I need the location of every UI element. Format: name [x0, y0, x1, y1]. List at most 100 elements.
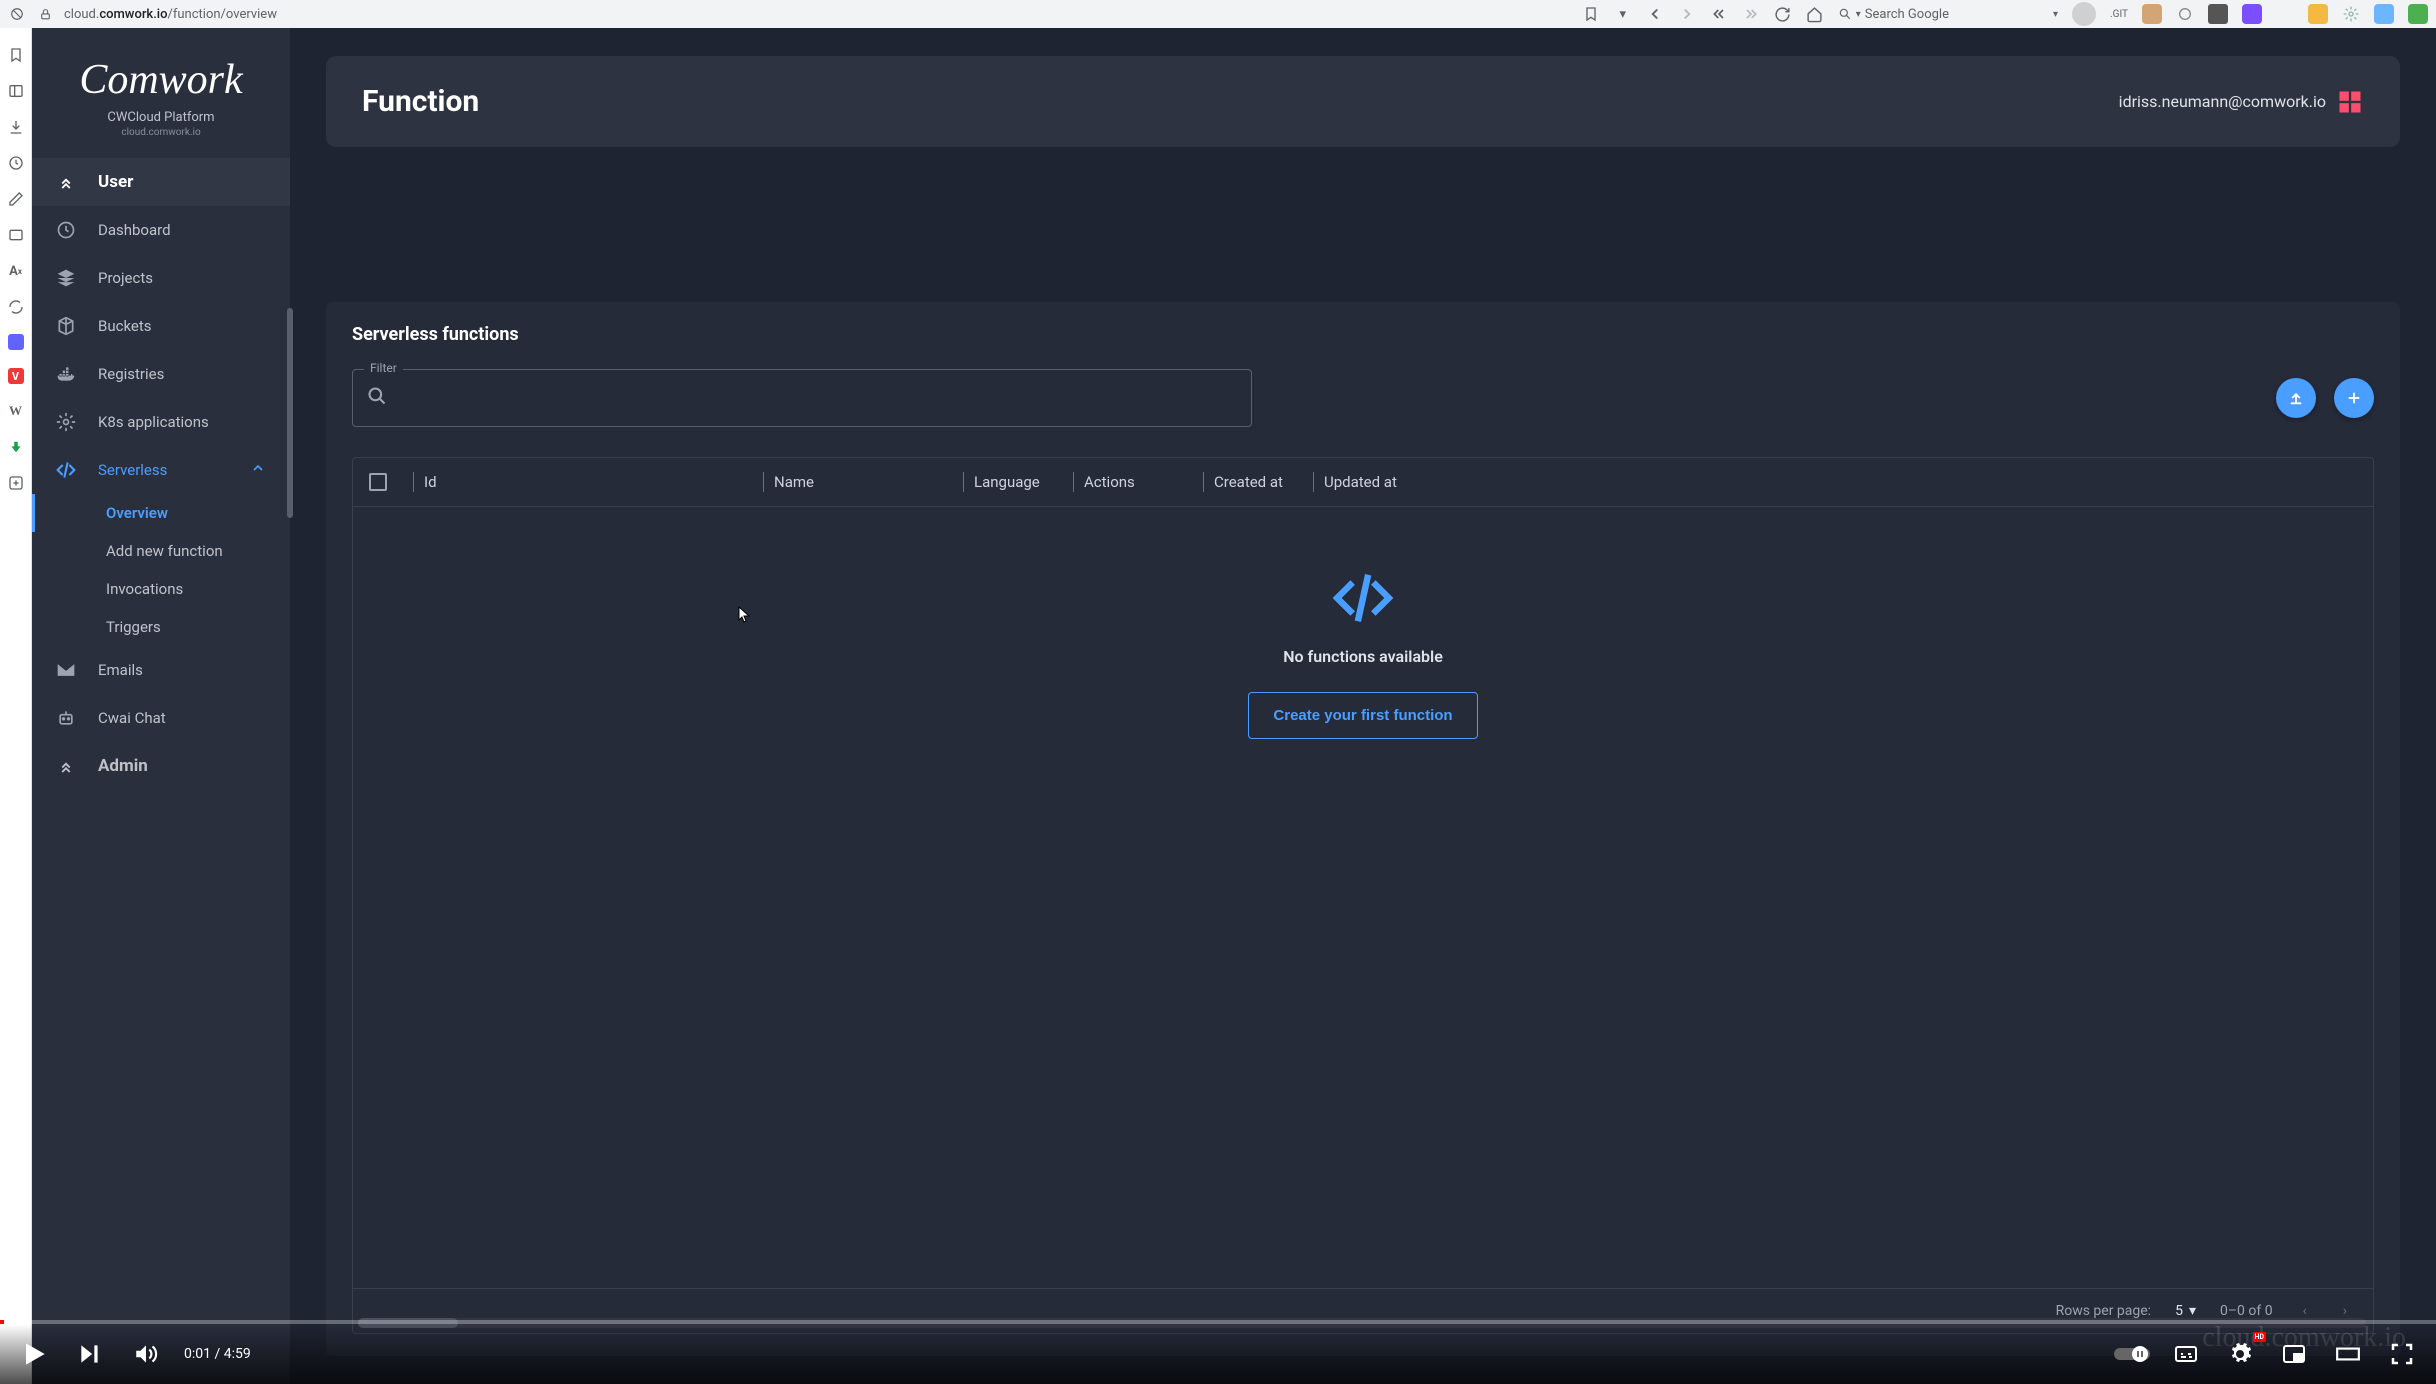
- th-name[interactable]: Name: [763, 472, 963, 492]
- sidebar: Comwork CWCloud Platform cloud.comwork.i…: [32, 28, 290, 1384]
- bookmark-rail-icon[interactable]: [7, 46, 25, 64]
- reload-icon[interactable]: [1774, 5, 1792, 23]
- sidebar-item-dashboard[interactable]: Dashboard: [32, 206, 290, 254]
- th-id[interactable]: Id: [413, 472, 763, 492]
- user-info[interactable]: idriss.neumann@comwork.io: [2119, 88, 2364, 116]
- subnav-triggers[interactable]: Triggers: [94, 608, 290, 646]
- dropdown-icon[interactable]: ▾: [1614, 5, 1632, 23]
- bookmark-icon[interactable]: [1582, 5, 1600, 23]
- download-icon[interactable]: [2276, 5, 2294, 23]
- sidebar-logo: Comwork CWCloud Platform cloud.comwork.i…: [32, 46, 290, 158]
- sidebar-item-projects[interactable]: Projects: [32, 254, 290, 302]
- th-actions[interactable]: Actions: [1073, 472, 1203, 492]
- sidebar-item-buckets[interactable]: Buckets: [32, 302, 290, 350]
- extension-icon-7[interactable]: [2408, 4, 2428, 24]
- nav-buckets-label: Buckets: [98, 317, 152, 335]
- import-button[interactable]: [2276, 378, 2316, 418]
- git-extension[interactable]: .GIT: [2110, 9, 2128, 20]
- play-button[interactable]: [16, 1336, 52, 1372]
- user-avatar-icon: [2336, 88, 2364, 116]
- nav-k8s-label: K8s applications: [98, 413, 209, 431]
- home-icon[interactable]: [1806, 5, 1824, 23]
- docker-icon: [56, 364, 76, 384]
- nav-user-label: User: [98, 172, 133, 192]
- filter-input[interactable]: [397, 390, 1237, 407]
- vivaldi-rail-icon[interactable]: V: [8, 368, 24, 384]
- hd-badge: HD: [2253, 1332, 2267, 1342]
- subnav-invocations[interactable]: Invocations: [94, 570, 290, 608]
- theater-button[interactable]: [2330, 1336, 2366, 1372]
- chevron-down-icon: ▾: [2189, 1303, 2196, 1319]
- nav-forward-icon[interactable]: [1678, 5, 1696, 23]
- left-icon-rail: Ax V W: [0, 28, 32, 1384]
- translate-rail-icon[interactable]: Ax: [7, 262, 25, 280]
- create-first-function-button[interactable]: Create your first function: [1248, 692, 1477, 739]
- volume-button[interactable]: [128, 1336, 164, 1372]
- page-header: Function idriss.neumann@comwork.io: [326, 56, 2400, 147]
- settings-button[interactable]: HD: [2222, 1336, 2258, 1372]
- extension-icon-2[interactable]: [2176, 5, 2194, 23]
- next-button[interactable]: [72, 1336, 108, 1372]
- expand-icon: [56, 756, 76, 776]
- mastodon-rail-icon[interactable]: [8, 334, 24, 350]
- cube-icon: [56, 316, 76, 336]
- sync-rail-icon[interactable]: [7, 298, 25, 316]
- panel-rail-icon[interactable]: [7, 82, 25, 100]
- video-progress-bar[interactable]: [0, 1320, 2436, 1324]
- nav-back-icon[interactable]: [1646, 5, 1664, 23]
- extension-icon-4[interactable]: [2242, 4, 2262, 24]
- next-page-button[interactable]: ›: [2337, 1303, 2353, 1319]
- collapse-icon: [56, 172, 76, 192]
- prev-page-button[interactable]: ‹: [2297, 1303, 2313, 1319]
- nav-cwai-label: Cwai Chat: [98, 709, 166, 727]
- extension-icon-6[interactable]: [2374, 4, 2394, 24]
- nav-group-admin[interactable]: Admin: [32, 742, 290, 790]
- nav-group-user[interactable]: User: [32, 158, 290, 206]
- sidebar-item-emails[interactable]: Emails: [32, 646, 290, 694]
- edit-rail-icon[interactable]: [7, 190, 25, 208]
- dashboard-icon: [56, 220, 76, 240]
- add-button[interactable]: [2334, 378, 2374, 418]
- browser-search-box[interactable]: ▾ Search Google ▾: [1838, 7, 2058, 22]
- autoplay-toggle[interactable]: [2114, 1336, 2150, 1372]
- fastforward-icon[interactable]: [1742, 5, 1760, 23]
- fullscreen-button[interactable]: [2384, 1336, 2420, 1372]
- subnav-add-function[interactable]: Add new function: [94, 532, 290, 570]
- sidebar-item-registries[interactable]: Registries: [32, 350, 290, 398]
- extension-icon-3[interactable]: [2208, 4, 2228, 24]
- download-rail-icon[interactable]: [7, 118, 25, 136]
- functions-table: Id Name Language Actions Created at Upda…: [352, 457, 2374, 1334]
- th-updated[interactable]: Updated at: [1313, 472, 1433, 492]
- extension-icon-1[interactable]: [2142, 4, 2162, 24]
- nav-dashboard-label: Dashboard: [98, 221, 171, 239]
- rewind-icon[interactable]: [1710, 5, 1728, 23]
- subnav-overview[interactable]: Overview: [94, 494, 290, 532]
- sidebar-item-cwai[interactable]: Cwai Chat: [32, 694, 290, 742]
- gear-icon[interactable]: [2342, 5, 2360, 23]
- code-empty-icon: [1332, 567, 1394, 633]
- wikipedia-rail-icon[interactable]: W: [7, 402, 25, 420]
- nav-admin-label: Admin: [98, 756, 148, 776]
- arrow-down-rail-icon[interactable]: [7, 438, 25, 456]
- profile-avatar[interactable]: [2072, 2, 2096, 26]
- plus-rail-icon[interactable]: [7, 474, 25, 492]
- th-language[interactable]: Language: [963, 472, 1073, 492]
- video-time: 0:01 / 4:59: [184, 1346, 251, 1362]
- window-rail-icon[interactable]: [7, 226, 25, 244]
- extension-icon-5[interactable]: [2308, 4, 2328, 24]
- filter-field: Filter: [352, 369, 1252, 427]
- history-rail-icon[interactable]: [7, 154, 25, 172]
- search-icon: [367, 386, 387, 410]
- th-created[interactable]: Created at: [1203, 472, 1313, 492]
- select-all-checkbox[interactable]: [369, 473, 413, 491]
- rows-per-page-label: Rows per page:: [2056, 1303, 2151, 1319]
- miniplayer-button[interactable]: [2276, 1336, 2312, 1372]
- rows-per-page-select[interactable]: 5 ▾: [2175, 1303, 2196, 1319]
- sidebar-item-k8s[interactable]: K8s applications: [32, 398, 290, 446]
- url-display[interactable]: cloud.comwork.io/function/overview: [64, 7, 277, 22]
- main-content: Function idriss.neumann@comwork.io Serve…: [290, 28, 2436, 1384]
- platform-url: cloud.comwork.io: [52, 127, 270, 138]
- captions-button[interactable]: [2168, 1336, 2204, 1372]
- browser-address-bar: cloud.comwork.io/function/overview ▾ ▾ S…: [0, 0, 2436, 28]
- sidebar-item-serverless[interactable]: Serverless: [32, 446, 290, 494]
